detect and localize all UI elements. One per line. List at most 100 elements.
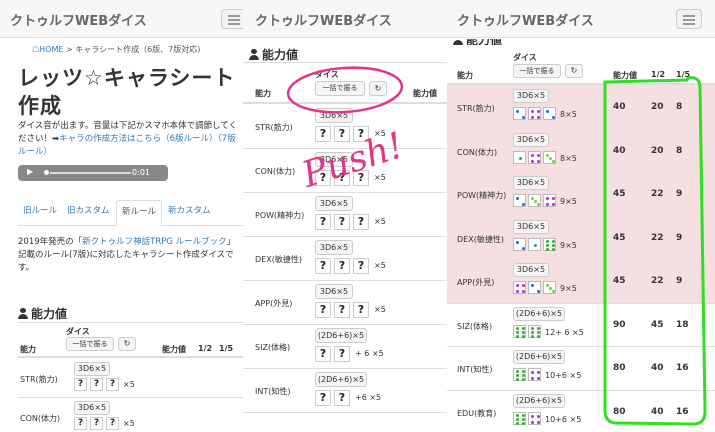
dice-face-icon: [528, 194, 541, 207]
dice-unknown: ?: [315, 214, 331, 230]
dice-unknown: ?: [74, 417, 87, 430]
play-icon[interactable]: ▶: [27, 167, 33, 176]
ability-fifth: 8: [676, 145, 683, 156]
tab-old-rule[interactable]: 旧ルール: [18, 200, 62, 226]
refresh-icon[interactable]: ↻: [369, 81, 387, 96]
col-fifth-header: 1/5: [219, 344, 234, 353]
ability-label: APP(外見): [457, 278, 495, 287]
col-half-header: 1/2: [198, 344, 213, 353]
panel-top-page: クトゥルフWEBダイス ☖HOME > キャラシート作成（6版、7版対応) レッ…: [0, 0, 243, 432]
screenshot-collage: クトゥルフWEBダイス ☖HOME > キャラシート作成（6版、7版対応) レッ…: [0, 0, 715, 432]
dice-unknown: ?: [106, 417, 119, 430]
ability-label: POW(精神力): [255, 211, 305, 220]
tab-old-custom[interactable]: 旧カスタム: [62, 200, 115, 226]
dice-roll-button[interactable]: 3D6×5: [513, 263, 549, 277]
dice-face-icon: [528, 281, 541, 294]
ability-label: CON(体力): [255, 167, 296, 176]
menu-toggle-button[interactable]: [221, 9, 243, 29]
roll-all-button[interactable]: 一括で振る: [513, 64, 561, 78]
dice-unknown: ?: [334, 258, 350, 274]
dice-roll-button[interactable]: 3D6×5: [513, 132, 549, 147]
breadcrumb-home-link[interactable]: HOME: [39, 45, 63, 54]
roll-all-button[interactable]: 一括で振る: [66, 337, 114, 351]
ability-label: CON(体力): [20, 414, 61, 423]
dice-unknown: ?: [90, 378, 103, 391]
refresh-icon[interactable]: ↻: [118, 337, 136, 351]
dice-roll-button[interactable]: 3D6×5: [315, 284, 353, 299]
dice-face-icon: [543, 281, 556, 294]
refresh-icon[interactable]: ↻: [565, 64, 583, 78]
dice-roll-button[interactable]: (2D6+6)×5: [513, 306, 565, 321]
dice-roll-button[interactable]: 3D6×5: [315, 108, 353, 123]
audio-progress-bar[interactable]: [50, 172, 130, 174]
rule-description: 2019年発売の「新クトゥルフ神話TRPG ルールブック」記載のルール(7版)に…: [18, 237, 236, 273]
site-header: クトゥルフWEBダイス: [243, 0, 447, 38]
user-icon: [249, 49, 259, 60]
dice-roll-button[interactable]: (2D6+6)×5: [315, 372, 367, 387]
dice-roll-button[interactable]: 3D6×5: [315, 196, 353, 211]
ability-half: 20: [651, 145, 664, 156]
dice-multiplier: ×5: [374, 217, 386, 226]
col-ability-header: 能力: [20, 345, 36, 354]
ability-table: ダイス 一括で振る ↻ 能力 能力値 1/2 1/5 STR(筋力) 3D6×5 8…: [447, 44, 715, 432]
dice-unknown: ?: [315, 302, 331, 318]
site-header: クトゥルフWEBダイス: [0, 0, 243, 38]
tab-new-rule[interactable]: 新ルール: [116, 200, 163, 226]
dice-roll-button[interactable]: (2D6+6)×5: [315, 328, 367, 343]
ability-value: 90: [613, 319, 626, 330]
user-icon: [18, 308, 28, 319]
ability-label: DEX(敏捷性): [255, 255, 302, 264]
col-value-header: 能力値: [613, 71, 637, 80]
site-title: クトゥルフWEBダイス: [457, 14, 594, 29]
dice-roll-button[interactable]: (2D6+6)×5: [513, 350, 565, 364]
dice-face-icon: [528, 150, 541, 164]
ability-table: ダイス 一括で振る ↻ 能力 能力値 STR(筋力) 3D6×5??? ×5 CON(…: [243, 62, 447, 432]
menu-toggle-button[interactable]: [676, 9, 702, 29]
dice-face-icon: [543, 237, 556, 251]
ability-label: DEX(敏捷性): [457, 234, 504, 244]
dice-roll-button[interactable]: (2D6+6)×5: [513, 393, 565, 408]
roll-all-button[interactable]: 一括で振る: [315, 81, 365, 96]
audio-seek-handle[interactable]: [44, 170, 49, 175]
tab-new-custom[interactable]: 新カスタム: [163, 200, 216, 226]
dice-unknown: ?: [334, 126, 350, 142]
panel-push-annotation: クトゥルフWEBダイス 能力値 ダイス 一括で振る ↻ 能力 能力値 STR(筋…: [243, 0, 447, 432]
dice-roll-button[interactable]: 3D6×5: [513, 219, 549, 234]
site-title: クトゥルフWEBダイス: [10, 14, 147, 29]
site-title: クトゥルフWEBダイス: [255, 14, 392, 29]
ability-table: ダイス 一括で振る ↻ 能力 能力値 1/2 1/5 STR(筋力) 3D6×5…: [18, 322, 243, 432]
ability-label: POW(精神力): [457, 191, 507, 200]
dice-roll-button[interactable]: 3D6×5: [315, 240, 353, 255]
intro-text: ダイス音が出ます。音量は下記かスマホ本体で調節してください！➡キャラの作成方法は…: [18, 121, 238, 157]
dice-face-icon: [513, 194, 526, 207]
dice-roll-button[interactable]: 3D6×5: [513, 176, 549, 190]
ability-fifth: 16: [676, 363, 689, 373]
dice-multiplier: ×5: [374, 261, 386, 270]
ability-value: 80: [613, 363, 626, 373]
dice-roll-button[interactable]: 3D6×5: [74, 401, 110, 415]
dice-unknown: ?: [353, 214, 369, 230]
audio-player[interactable]: ▶ -0:01: [18, 165, 168, 181]
ability-value: 45: [613, 276, 626, 286]
ability-label: STR(筋力): [20, 375, 58, 384]
dice-face-icon: [513, 150, 526, 164]
ability-label: SIZ(体格): [457, 321, 493, 331]
dice-roll-button[interactable]: 3D6×5: [513, 89, 549, 103]
ability-label: EDU(教育): [457, 408, 497, 418]
ability-label: INT(知性): [457, 365, 493, 374]
dice-roll-button[interactable]: 3D6×5: [74, 362, 110, 376]
dice-face-icon: [543, 194, 556, 207]
dice-sum: 10+6 ×5: [545, 371, 582, 380]
rulebook-link[interactable]: 新クトゥルフ神話TRPG ルールブック: [82, 237, 227, 247]
ability-label: INT(知性): [255, 387, 291, 396]
ability-fifth: 9: [676, 189, 683, 199]
ability-value: 80: [613, 406, 626, 417]
dice-face-icon: [528, 107, 541, 120]
dice-roll-button[interactable]: 3D6×5: [315, 152, 353, 167]
page-title: レッツ☆キャラシート作成: [18, 66, 236, 118]
dice-sum: 9×5: [560, 197, 577, 206]
dice-unknown: ?: [315, 346, 331, 362]
dice-unknown: ?: [353, 170, 369, 186]
dice-multiplier: + 6 ×5: [355, 349, 384, 358]
dice-unknown: ?: [353, 258, 369, 274]
